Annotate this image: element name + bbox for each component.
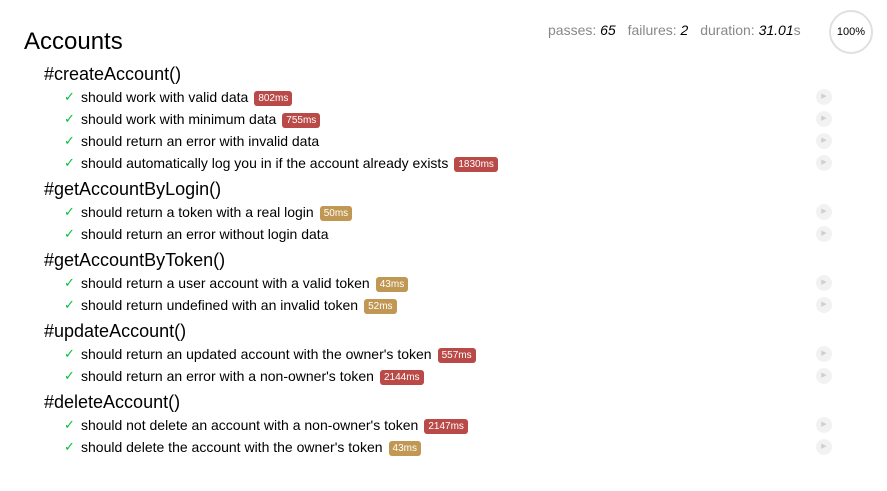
checkmark-icon: ✓ — [64, 368, 75, 383]
replay-icon[interactable]: ▶ — [816, 155, 832, 171]
stats-bar: passes: 65 failures: 2 duration: 31.01s — [548, 22, 801, 38]
progress-value: 100% — [836, 26, 866, 38]
replay-icon[interactable]: ▶ — [816, 111, 832, 127]
test-row[interactable]: ✓ should return an error with invalid dat… — [44, 130, 844, 152]
checkmark-icon: ✓ — [64, 417, 75, 432]
test-row[interactable]: ✓ should not delete an account with a non… — [44, 414, 844, 436]
duration-unit: s — [793, 22, 801, 38]
test-name[interactable]: should delete the account with the owner… — [81, 439, 383, 455]
duration-badge: 755ms — [282, 113, 321, 128]
test-row[interactable]: ✓ should return undefined with an invalid… — [44, 294, 844, 316]
checkmark-icon: ✓ — [64, 297, 75, 312]
duration-label: duration: — [700, 22, 755, 38]
replay-icon[interactable]: ▶ — [816, 368, 832, 384]
replay-icon[interactable]: ▶ — [816, 417, 832, 433]
test-name[interactable]: should not delete an account with a non-… — [81, 417, 418, 433]
test-row[interactable]: ✓ should work with valid data 802ms ▶ — [44, 86, 844, 108]
failures-stat[interactable]: failures: 2 — [628, 22, 689, 38]
duration-badge: 50ms — [319, 206, 353, 221]
suite-group: #createAccount() ✓ should work with valid … — [44, 62, 844, 174]
checkmark-icon: ✓ — [64, 155, 75, 170]
test-row[interactable]: ✓ should return an error with a non-owner… — [44, 365, 844, 387]
test-name[interactable]: should return an updated account with th… — [81, 346, 432, 362]
test-row[interactable]: ✓ should automatically log you in if the … — [44, 152, 844, 174]
replay-icon[interactable]: ▶ — [816, 275, 832, 291]
replay-icon[interactable]: ▶ — [816, 204, 832, 220]
test-row[interactable]: ✓ should work with minimum data 755ms ▶ — [44, 108, 844, 130]
group-title[interactable]: #getAccountByToken() — [44, 248, 844, 272]
test-row[interactable]: ✓ should return a token with a real login… — [44, 201, 844, 223]
duration-badge: 1830ms — [454, 157, 498, 172]
test-report: #createAccount() ✓ should work with valid … — [44, 62, 844, 461]
replay-icon[interactable]: ▶ — [816, 133, 832, 149]
replay-icon[interactable]: ▶ — [816, 89, 832, 105]
test-name[interactable]: should work with minimum data — [81, 111, 276, 127]
failures-count: 2 — [680, 22, 689, 38]
duration-badge: 43ms — [388, 441, 421, 456]
checkmark-icon: ✓ — [64, 204, 75, 219]
test-row[interactable]: ✓ should delete the account with the owne… — [44, 436, 844, 458]
suite-group: #deleteAccount() ✓ should not delete an ac… — [44, 390, 844, 458]
replay-icon[interactable]: ▶ — [816, 346, 832, 362]
checkmark-icon: ✓ — [64, 346, 75, 361]
replay-icon[interactable]: ▶ — [816, 439, 832, 455]
test-name[interactable]: should return an error with a non-owner'… — [81, 368, 374, 384]
passes-count: 65 — [600, 22, 616, 38]
suite-title[interactable]: Accounts — [24, 28, 123, 56]
passes-label: passes: — [548, 22, 597, 38]
group-title[interactable]: #getAccountByLogin() — [44, 177, 844, 201]
test-name[interactable]: should automatically log you in if the a… — [81, 155, 448, 171]
failures-label: failures: — [627, 22, 677, 38]
checkmark-icon: ✓ — [64, 89, 75, 104]
duration-value: 31.01 — [758, 22, 794, 38]
replay-icon[interactable]: ▶ — [816, 297, 832, 313]
replay-icon[interactable]: ▶ — [816, 226, 832, 242]
test-name[interactable]: should return an error without login dat… — [81, 226, 328, 242]
test-row[interactable]: ✓ should return an error without login da… — [44, 223, 844, 245]
duration-badge: 43ms — [375, 277, 409, 292]
duration-stat: duration: 31.01s — [700, 22, 800, 38]
progress-indicator: 100% — [829, 10, 873, 54]
checkmark-icon: ✓ — [64, 133, 75, 148]
passes-stat[interactable]: passes: 65 — [548, 22, 616, 38]
group-title[interactable]: #createAccount() — [44, 62, 844, 86]
suite-group: #updateAccount() ✓ should return an update… — [44, 319, 844, 387]
suite-group: #getAccountByToken() ✓ should return a use… — [44, 248, 844, 316]
group-title[interactable]: #updateAccount() — [44, 319, 844, 343]
test-name[interactable]: should work with valid data — [81, 89, 248, 105]
test-name[interactable]: should return a user account with a vali… — [81, 275, 370, 291]
duration-badge: 557ms — [437, 348, 476, 363]
suite-group: #getAccountByLogin() ✓ should return a tok… — [44, 177, 844, 245]
test-row[interactable]: ✓ should return an updated account with t… — [44, 343, 844, 365]
test-name[interactable]: should return a token with a real login — [81, 204, 314, 220]
test-name[interactable]: should return an error with invalid data — [81, 133, 319, 149]
checkmark-icon: ✓ — [64, 439, 75, 454]
test-name[interactable]: should return undefined with an invalid … — [81, 297, 358, 313]
duration-badge: 802ms — [254, 91, 293, 106]
duration-badge: 2144ms — [379, 370, 424, 385]
checkmark-icon: ✓ — [64, 275, 75, 290]
group-title[interactable]: #deleteAccount() — [44, 390, 844, 414]
test-row[interactable]: ✓ should return a user account with a val… — [44, 272, 844, 294]
checkmark-icon: ✓ — [64, 226, 75, 241]
checkmark-icon: ✓ — [64, 111, 75, 126]
duration-badge: 52ms — [364, 299, 397, 314]
duration-badge: 2147ms — [424, 419, 468, 434]
